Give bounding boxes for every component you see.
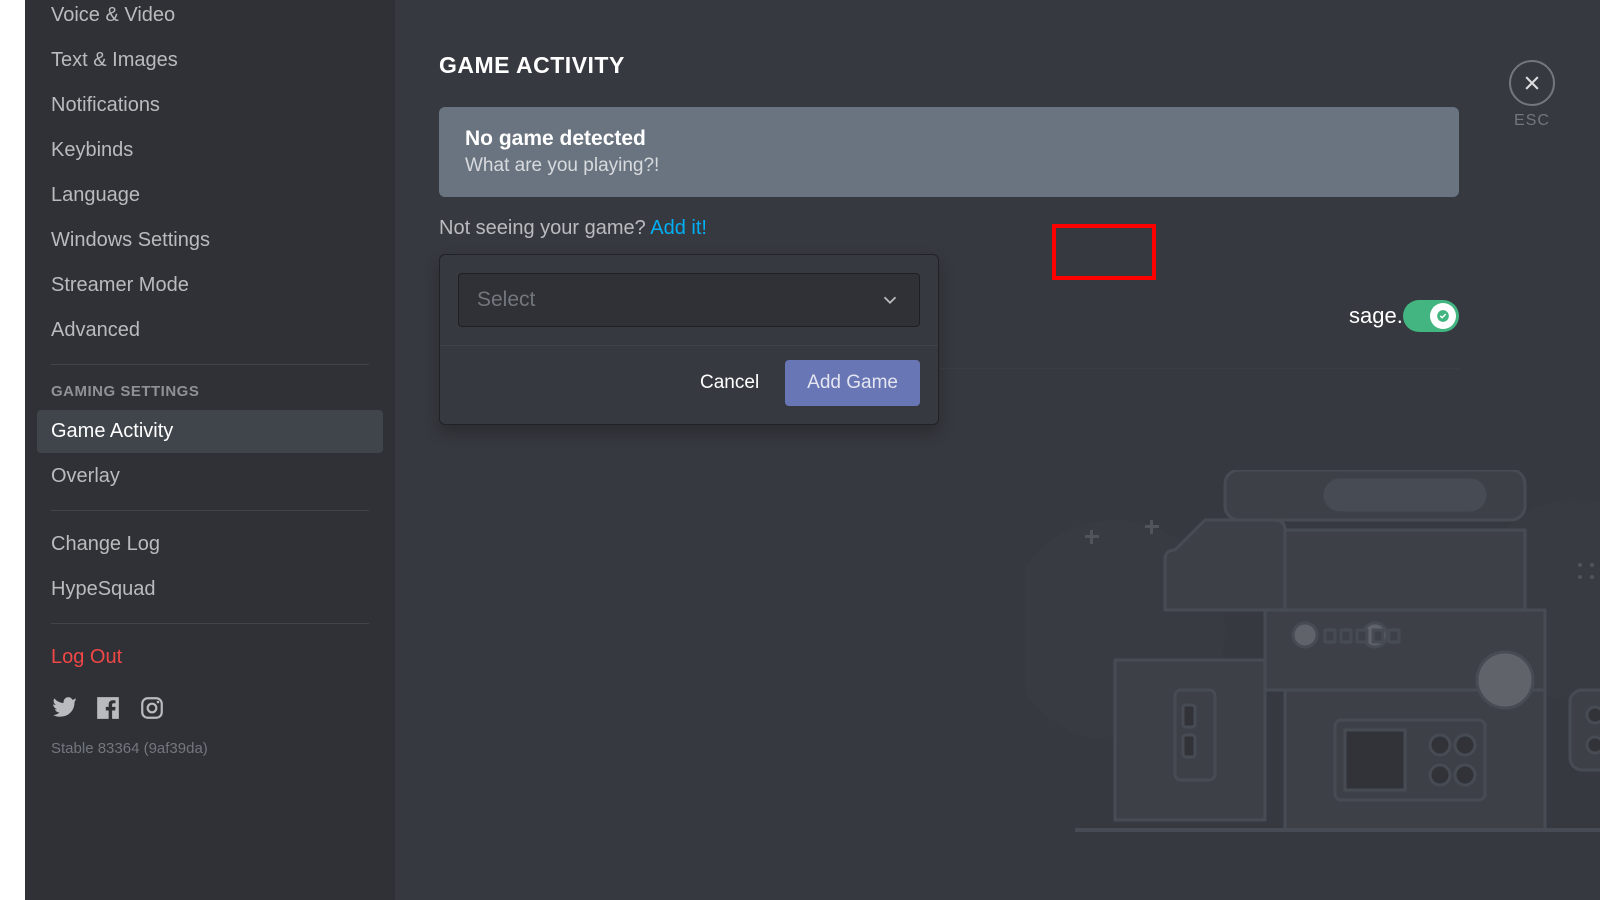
cancel-button[interactable]: Cancel bbox=[680, 360, 779, 406]
banner-heading: No game detected bbox=[465, 127, 1433, 151]
facebook-icon[interactable] bbox=[95, 695, 121, 726]
add-game-popup: Select Cancel Add Game bbox=[439, 254, 939, 425]
select-placeholder: Select bbox=[477, 288, 535, 312]
sidebar-item-advanced[interactable]: Advanced bbox=[37, 309, 383, 352]
status-message-toggle[interactable] bbox=[1403, 300, 1459, 332]
sidebar-item-streamer-mode[interactable]: Streamer Mode bbox=[37, 264, 383, 307]
add-it-link[interactable]: Add it! bbox=[650, 217, 707, 239]
sidebar-item-windows-settings[interactable]: Windows Settings bbox=[37, 219, 383, 262]
sidebar-item-log-out[interactable]: Log Out bbox=[37, 636, 383, 679]
sidebar-item-language[interactable]: Language bbox=[37, 174, 383, 217]
close-button[interactable] bbox=[1509, 60, 1555, 106]
no-game-banner: No game detected What are you playing?! bbox=[439, 107, 1459, 197]
sidebar-item-voice-video[interactable]: Voice & Video bbox=[37, 0, 383, 37]
sidebar-item-notifications[interactable]: Notifications bbox=[37, 84, 383, 127]
section-header-gaming: GAMING SETTINGS bbox=[37, 377, 383, 408]
game-select-dropdown[interactable]: Select bbox=[458, 273, 920, 327]
sidebar-item-game-activity[interactable]: Game Activity bbox=[37, 410, 383, 453]
prompt-text: Not seeing your game? bbox=[439, 217, 650, 239]
add-game-button[interactable]: Add Game bbox=[785, 360, 920, 406]
outer-margin bbox=[0, 0, 25, 900]
sidebar-item-overlay[interactable]: Overlay bbox=[37, 455, 383, 498]
chevron-down-icon bbox=[879, 289, 901, 311]
toggle-knob bbox=[1430, 303, 1456, 329]
divider bbox=[51, 510, 369, 511]
sidebar-item-hypesquad[interactable]: HypeSquad bbox=[37, 568, 383, 611]
version-text: Stable 83364 (9af39da) bbox=[37, 734, 383, 763]
sidebar-item-change-log[interactable]: Change Log bbox=[37, 523, 383, 566]
settings-sidebar: Voice & Video Text & Images Notification… bbox=[25, 0, 395, 900]
main-content: GAME ACTIVITY No game detected What are … bbox=[395, 0, 1600, 900]
divider bbox=[51, 623, 369, 624]
close-column: ESC bbox=[1502, 60, 1562, 130]
close-icon bbox=[1522, 73, 1542, 93]
social-links bbox=[37, 681, 383, 734]
instagram-icon[interactable] bbox=[139, 695, 165, 726]
divider bbox=[440, 345, 938, 346]
arcade-illustration bbox=[1025, 470, 1600, 860]
popup-actions: Cancel Add Game bbox=[458, 360, 920, 406]
twitter-icon[interactable] bbox=[51, 695, 77, 726]
sidebar-item-text-images[interactable]: Text & Images bbox=[37, 39, 383, 82]
page-title: GAME ACTIVITY bbox=[439, 52, 1556, 79]
sidebar-item-keybinds[interactable]: Keybinds bbox=[37, 129, 383, 172]
esc-label: ESC bbox=[1502, 112, 1562, 130]
divider bbox=[51, 364, 369, 365]
banner-sub: What are you playing?! bbox=[465, 155, 1433, 177]
add-game-prompt: Not seeing your game? Add it! bbox=[439, 217, 1556, 240]
